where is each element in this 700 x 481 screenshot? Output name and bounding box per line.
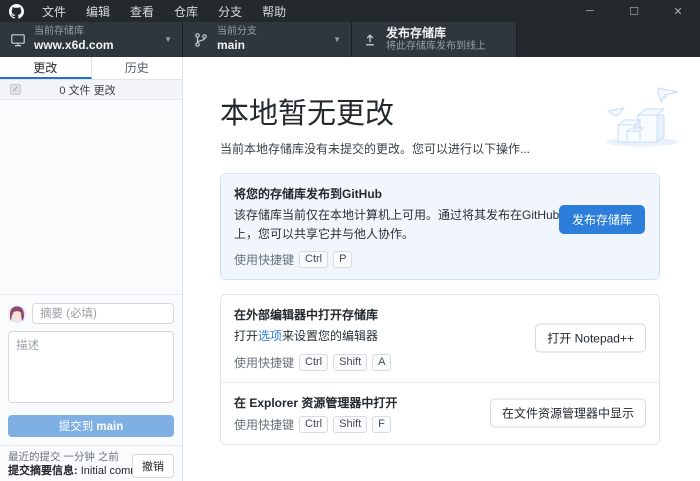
recent-commit-summary-label: 提交摘要信息: (8, 465, 78, 477)
open-in-explorer-row: 在 Explorer 资源管理器中打开 使用快捷键 Ctrl Shift F 在… (221, 382, 659, 444)
key-f: F (372, 416, 391, 433)
files-changed-label: 0 文件 更改 (59, 82, 133, 98)
branch-name: main (217, 38, 257, 53)
chevron-down-icon: ▼ (164, 35, 172, 44)
changes-list-empty (0, 100, 182, 294)
publish-action-card: 将您的存储库发布到GitHub 该存储库当前仅在本地计算机上可用。通过将其发布在… (220, 173, 660, 280)
open-editor-button[interactable]: 打开 Notepad++ (535, 324, 646, 353)
menu-branch[interactable]: 分支 (208, 0, 252, 22)
github-logo-icon (9, 4, 24, 19)
toolbar: 当前存储库 www.x6d.com ▼ 当前分支 main ▼ 发布存储库 将此… (0, 22, 700, 57)
key-a: A (372, 354, 391, 371)
minimize-icon[interactable]: ─ (568, 0, 612, 22)
key-shift: Shift (333, 354, 367, 371)
publish-title: 发布存储库 (386, 26, 486, 41)
editor-row-body: 打开选项来设置您的编辑器 (234, 327, 579, 346)
menu-edit[interactable]: 编辑 (76, 0, 120, 22)
publish-card-body: 该存储库当前仅在本地计算机上可用。通过将其发布在GitHub上，您可以共享它并与… (234, 206, 579, 243)
secondary-actions-card: 在外部编辑器中打开存储库 打开选项来设置您的编辑器 使用快捷键 Ctrl Shi… (220, 294, 660, 445)
commit-button-branch: main (96, 421, 123, 433)
shortcut-label: 使用快捷键 (234, 251, 294, 268)
commit-description-input[interactable] (8, 331, 174, 403)
tab-changes[interactable]: 更改 (0, 57, 92, 79)
publish-repository-toolbar-button[interactable]: 发布存储库 将此存储库发布到线上 (352, 22, 517, 57)
publish-shortcut-row: 使用快捷键 Ctrl P (234, 251, 646, 268)
shortcut-label: 使用快捷键 (234, 354, 294, 371)
current-repository-dropdown[interactable]: 当前存储库 www.x6d.com ▼ (0, 22, 183, 57)
menu-view[interactable]: 查看 (120, 0, 164, 22)
monitor-icon (10, 32, 26, 48)
commit-button[interactable]: 提交到 main (8, 415, 174, 437)
key-p: P (333, 251, 352, 268)
recent-commit-bar: 最近的提交 一分钟 之前 提交摘要信息: Initial commit 撤销 (0, 445, 182, 481)
upload-icon (362, 32, 378, 48)
close-icon[interactable]: ✕ (656, 0, 700, 22)
github-desktop-window: 文件 编辑 查看 仓库 分支 帮助 ─ ☐ ✕ 当前存储库 www.x6d.co… (0, 0, 700, 481)
git-branch-icon (193, 32, 209, 48)
editor-shortcut-row: 使用快捷键 Ctrl Shift A (234, 354, 646, 371)
open-in-editor-row: 在外部编辑器中打开存储库 打开选项来设置您的编辑器 使用快捷键 Ctrl Shi… (221, 295, 659, 382)
editor-body-prefix: 打开 (234, 329, 258, 343)
select-all-checkbox[interactable]: ✓ (10, 84, 21, 95)
maximize-icon[interactable]: ☐ (612, 0, 656, 22)
editor-row-title: 在外部编辑器中打开存储库 (234, 306, 646, 323)
repository-label: 当前存储库 (34, 26, 114, 39)
repository-name: www.x6d.com (34, 38, 114, 53)
key-ctrl: Ctrl (299, 251, 328, 268)
shortcut-label: 使用快捷键 (234, 416, 294, 433)
commit-form: 提交到 main (0, 294, 182, 445)
content: 更改 历史 ✓ 0 文件 更改 提交到 main 最近的提交 一分钟 之 (0, 57, 700, 481)
main-panel: 本地暂无更改 当前本地存储库没有未提交的更改。您可以进行以下操作... 将您的存… (183, 57, 700, 481)
menu-help[interactable]: 帮助 (252, 0, 296, 22)
files-changed-row: ✓ 0 文件 更改 (0, 80, 182, 100)
branch-label: 当前分支 (217, 26, 257, 39)
window-controls: ─ ☐ ✕ (568, 0, 700, 22)
key-shift: Shift (333, 416, 367, 433)
commit-summary-input[interactable] (32, 303, 174, 324)
commit-button-label: 提交到 (59, 421, 97, 433)
tab-history[interactable]: 历史 (92, 57, 183, 79)
menubar: 文件 编辑 查看 仓库 分支 帮助 (32, 0, 296, 22)
current-branch-dropdown[interactable]: 当前分支 main ▼ (183, 22, 352, 57)
titlebar: 文件 编辑 查看 仓库 分支 帮助 ─ ☐ ✕ (0, 0, 700, 22)
menu-file[interactable]: 文件 (32, 0, 76, 22)
sidebar-tabs: 更改 历史 (0, 57, 182, 80)
publish-repository-button[interactable]: 发布存储库 (559, 205, 645, 234)
options-link[interactable]: 选项 (258, 329, 282, 343)
key-ctrl: Ctrl (299, 354, 328, 371)
sidebar: 更改 历史 ✓ 0 文件 更改 提交到 main 最近的提交 一分钟 之 (0, 57, 183, 481)
show-in-explorer-button[interactable]: 在文件资源管理器中显示 (490, 399, 646, 428)
menu-repository[interactable]: 仓库 (164, 0, 208, 22)
chevron-down-icon: ▼ (333, 35, 341, 44)
undo-button[interactable]: 撤销 (132, 454, 174, 478)
avatar (8, 305, 26, 323)
editor-body-suffix: 来设置您的编辑器 (282, 329, 378, 343)
publish-subtitle: 将此存储库发布到线上 (386, 41, 486, 54)
empty-state-illustration (594, 85, 686, 152)
publish-card-title: 将您的存储库发布到GitHub (234, 185, 646, 202)
key-ctrl: Ctrl (299, 416, 328, 433)
